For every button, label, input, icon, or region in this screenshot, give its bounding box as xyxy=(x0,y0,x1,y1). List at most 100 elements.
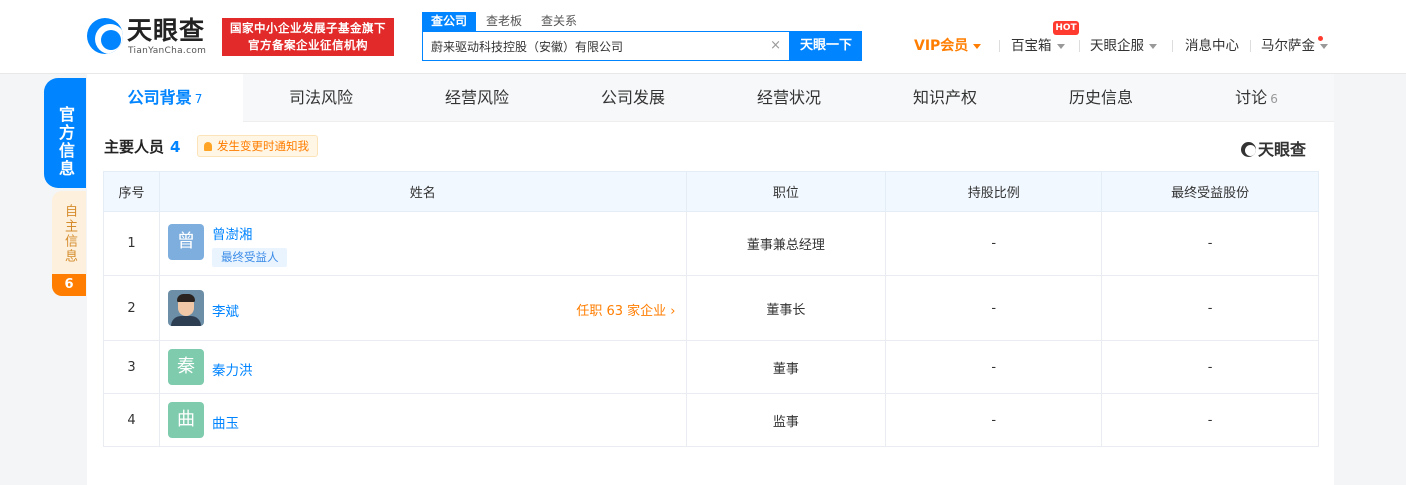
section-title: 主要人员 4 xyxy=(104,136,180,157)
person-cell: 曾 曾澍湘 最终受益人 xyxy=(158,211,687,276)
position-cell: 监事 xyxy=(685,393,887,447)
top-header: 天眼查 TianYanCha.com 国家中小企业发展子基金旗下 官方备案企业征… xyxy=(0,0,1406,74)
avatar-photo[interactable] xyxy=(167,290,204,326)
search-input[interactable] xyxy=(431,32,761,60)
baibaoxiang-menu[interactable]: 百宝箱 xyxy=(1011,37,1065,55)
col-header-position: 职位 xyxy=(685,171,887,212)
person-cell: 曲 曲玉 xyxy=(158,393,687,447)
tab-judicial-risk[interactable]: 司法风险 xyxy=(243,74,399,122)
logo-eye-icon xyxy=(1241,142,1256,157)
tab-discussion[interactable]: 讨论 6 xyxy=(1179,74,1334,122)
message-center-link[interactable]: 消息中心 xyxy=(1185,37,1239,55)
avatar[interactable]: 曾 xyxy=(167,224,204,260)
side-tab-self-count: 6 xyxy=(52,274,86,296)
clear-icon[interactable]: × xyxy=(770,38,781,53)
positions-label: 任职 63 家企业 xyxy=(576,304,667,319)
beneficiary-tag: 最终受益人 xyxy=(211,248,288,267)
certification-banner[interactable]: 国家中小企业发展子基金旗下 官方备案企业征信机构 xyxy=(222,18,394,56)
key-personnel-table: 序号 姓名 职位 持股比例 最终受益股份 1 曾 曾澍湘 最终受益人 董事兼总经… xyxy=(103,171,1319,447)
row-no: 3 xyxy=(103,340,160,394)
search-tab-company[interactable]: 查公司 xyxy=(422,12,477,31)
avatar-hair xyxy=(176,294,195,302)
share-cell: - xyxy=(885,340,1103,394)
tab-label: 讨论 xyxy=(1235,88,1268,107)
final-share-cell: - xyxy=(1101,211,1319,276)
logo-text: 天眼查 xyxy=(127,16,206,45)
category-tabs: 公司背景 7 司法风险 经营风险 公司发展 经营状况 知识产权 历史信息 讨论 6 xyxy=(87,74,1334,122)
tab-label: 知识产权 xyxy=(912,88,977,107)
position-cell: 董事 xyxy=(685,340,887,394)
notify-on-change-button[interactable]: 发生变更时通知我 xyxy=(197,135,318,157)
chevron-down-icon xyxy=(1149,43,1157,49)
chevron-down-icon xyxy=(973,43,982,49)
tab-label: 公司发展 xyxy=(600,88,665,107)
banner-line-2: 官方备案企业征信机构 xyxy=(248,38,368,52)
tianyancha-watermark: 天眼查 xyxy=(1241,136,1306,160)
positions-link[interactable]: 任职 63 家企业 › xyxy=(576,300,675,319)
tab-label: 司法风险 xyxy=(288,88,353,107)
person-name-link[interactable]: 李斌 xyxy=(212,300,239,320)
side-tab-self[interactable]: 自主信息 6 xyxy=(52,191,86,296)
table-header-row: 序号 姓名 职位 持股比例 最终受益股份 xyxy=(103,171,1319,212)
search-box: × xyxy=(422,31,790,61)
col-header-final-share: 最终受益股份 xyxy=(1101,171,1319,212)
tab-operation-status[interactable]: 经营状况 xyxy=(711,74,867,122)
col-header-no: 序号 xyxy=(103,171,160,212)
table-row: 3 秦 秦力洪 董事 - - xyxy=(103,340,1319,394)
chevron-down-icon xyxy=(1056,43,1065,49)
hot-badge: HOT xyxy=(1053,21,1079,35)
share-cell: - xyxy=(885,211,1103,276)
qifu-menu[interactable]: 天眼企服 xyxy=(1090,37,1157,55)
table-row: 4 曲 曲玉 监事 - - xyxy=(103,393,1319,447)
tianyancha-logo[interactable]: 天眼查 TianYanCha.com xyxy=(87,16,215,58)
chevron-right-icon: › xyxy=(666,304,676,319)
avatar[interactable]: 曲 xyxy=(167,402,204,438)
tab-intellectual-property[interactable]: 知识产权 xyxy=(867,74,1023,122)
bell-icon xyxy=(204,142,212,151)
row-no: 2 xyxy=(103,275,160,341)
avatar[interactable]: 秦 xyxy=(167,349,204,385)
nav-divider xyxy=(1250,40,1251,52)
tab-company-background[interactable]: 公司背景 7 xyxy=(87,74,243,122)
share-cell: - xyxy=(885,393,1103,447)
qifu-label: 天眼企服 xyxy=(1090,38,1144,54)
nav-divider xyxy=(1079,40,1080,52)
tab-operation-risk[interactable]: 经营风险 xyxy=(399,74,555,122)
side-tab-official[interactable]: 官方信息 xyxy=(44,78,86,188)
row-no: 4 xyxy=(103,393,160,447)
section-count: 4 xyxy=(170,138,181,156)
vip-label: VIP会员 xyxy=(914,38,969,54)
tab-label: 公司背景 xyxy=(127,88,192,107)
notify-label: 发生变更时通知我 xyxy=(217,139,309,153)
watermark-text: 天眼查 xyxy=(1258,140,1307,159)
search-tab-relation[interactable]: 查关系 xyxy=(541,12,577,31)
logo-eye-icon xyxy=(87,18,123,54)
tab-history[interactable]: 历史信息 xyxy=(1023,74,1179,122)
logo-domain: TianYanCha.com xyxy=(128,46,207,56)
search-tab-boss[interactable]: 查老板 xyxy=(486,12,522,31)
notification-dot xyxy=(1318,36,1323,41)
tab-label: 历史信息 xyxy=(1068,88,1133,107)
tab-label: 经营状况 xyxy=(756,88,821,107)
share-cell: - xyxy=(885,275,1103,341)
person-name-link[interactable]: 秦力洪 xyxy=(212,359,253,379)
tab-company-development[interactable]: 公司发展 xyxy=(555,74,711,122)
banner-line-1: 国家中小企业发展子基金旗下 xyxy=(230,21,386,35)
person-name-link[interactable]: 曲玉 xyxy=(212,412,239,432)
user-name: 马尔萨金 xyxy=(1261,38,1315,54)
vip-menu[interactable]: VIP会员 xyxy=(914,37,982,55)
section-title-text: 主要人员 xyxy=(104,138,165,156)
person-cell: 秦 秦力洪 xyxy=(158,340,687,394)
person-cell: 李斌 任职 63 家企业 › xyxy=(158,275,687,341)
row-no: 1 xyxy=(103,211,160,276)
position-cell: 董事兼总经理 xyxy=(685,211,887,276)
position-cell: 董事长 xyxy=(685,275,887,341)
search-button[interactable]: 天眼一下 xyxy=(790,31,862,61)
final-share-cell: - xyxy=(1101,275,1319,341)
person-name-link[interactable]: 曾澍湘 xyxy=(212,223,253,243)
table-row: 1 曾 曾澍湘 最终受益人 董事兼总经理 - - xyxy=(103,211,1319,276)
table-row: 2 李斌 任职 63 家企业 › 董事长 - - xyxy=(103,275,1319,341)
main-card: 公司背景 7 司法风险 经营风险 公司发展 经营状况 知识产权 历史信息 讨论 6 … xyxy=(87,74,1334,485)
nav-divider xyxy=(1172,40,1173,52)
avatar-shirt xyxy=(170,316,201,326)
